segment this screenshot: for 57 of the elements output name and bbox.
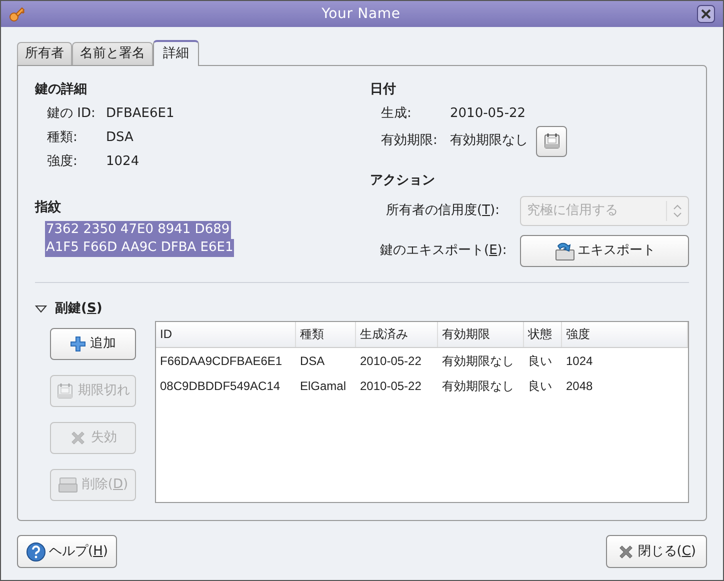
key-icon — [9, 6, 25, 22]
help-icon — [26, 542, 46, 562]
section-heading: アクション — [370, 172, 436, 190]
field-label: 強度: — [47, 153, 78, 172]
section-heading: 副鍵(S) — [55, 300, 102, 318]
expander-icon[interactable] — [35, 304, 47, 314]
column-header[interactable]: ID — [156, 322, 296, 346]
subkey-button[interactable]: 追加 — [50, 328, 136, 360]
close-dialog-button[interactable]: 閉じる(C) — [606, 535, 707, 568]
fingerprint-text: A1F5 F66D AA9C DFBA E6E1 — [45, 239, 234, 257]
field-value: 2010-05-22 — [450, 105, 526, 124]
table-cell-text: 2048 — [565, 378, 594, 394]
section-heading: 指紋 — [35, 198, 62, 216]
table-cell-text: 有効期限なし — [441, 378, 515, 394]
table-cell-text: 2010-05-22 — [359, 352, 422, 370]
field-label: 鍵のエキスポート(E): — [379, 242, 508, 260]
table-cell-text: 08C9DBDDF549AC14 — [159, 378, 282, 394]
column-header[interactable]: 生成済み — [356, 322, 438, 346]
table-cell-text: 有効期限なし — [441, 352, 515, 370]
tab[interactable]: 詳細 — [153, 40, 199, 66]
column-header[interactable]: 状態 — [524, 322, 562, 346]
window-title: Your Name — [320, 4, 402, 24]
table-cell-text: 良い — [527, 378, 553, 394]
calendar-button[interactable] — [536, 126, 567, 156]
field-label: 種類: — [47, 129, 78, 148]
field-label: 鍵の ID: — [47, 105, 96, 124]
table-cell-text: 1024 — [565, 352, 594, 370]
tab[interactable]: 名前と署名 — [72, 42, 153, 65]
close-button[interactable] — [697, 5, 715, 23]
table-cell-text: F66DAA9CDFBAE6E1 — [159, 352, 284, 370]
spinner-arrows-icon — [673, 204, 682, 218]
column-header[interactable]: 種類 — [296, 322, 356, 346]
field-value: 1024 — [106, 153, 140, 172]
fingerprint-text: 7362 2350 47E0 8941 D689 — [45, 221, 231, 239]
field-value: 有効期限なし — [450, 132, 528, 150]
table-cell-text: ElGamal — [299, 378, 348, 394]
column-header[interactable]: 強度 — [562, 322, 688, 346]
section-heading: 鍵の詳細 — [35, 81, 88, 99]
calendar-icon — [56, 382, 74, 400]
tab[interactable]: 所有者 — [17, 42, 72, 65]
field-value: DSA — [106, 129, 134, 148]
calendar-icon — [542, 132, 560, 150]
table-cell-text: DSA — [299, 352, 326, 370]
close-icon — [701, 9, 711, 19]
shredder-icon — [58, 476, 78, 494]
field-value: DFBAE6E1 — [106, 105, 174, 124]
plus-icon — [70, 336, 86, 352]
section-heading: 日付 — [370, 81, 397, 99]
table-cell-text: 2010-05-22 — [359, 378, 422, 394]
table-cell-text: 良い — [527, 352, 553, 370]
field-label: 有効期限: — [381, 132, 438, 150]
export-button[interactable]: エキスポート — [520, 235, 689, 267]
column-header[interactable]: 有効期限 — [438, 322, 524, 346]
field-label: 生成: — [381, 105, 412, 124]
help-button[interactable]: ヘルプ(H) — [17, 535, 117, 568]
field-label: 所有者の信用度(T): — [385, 202, 500, 220]
export-icon — [554, 241, 576, 261]
